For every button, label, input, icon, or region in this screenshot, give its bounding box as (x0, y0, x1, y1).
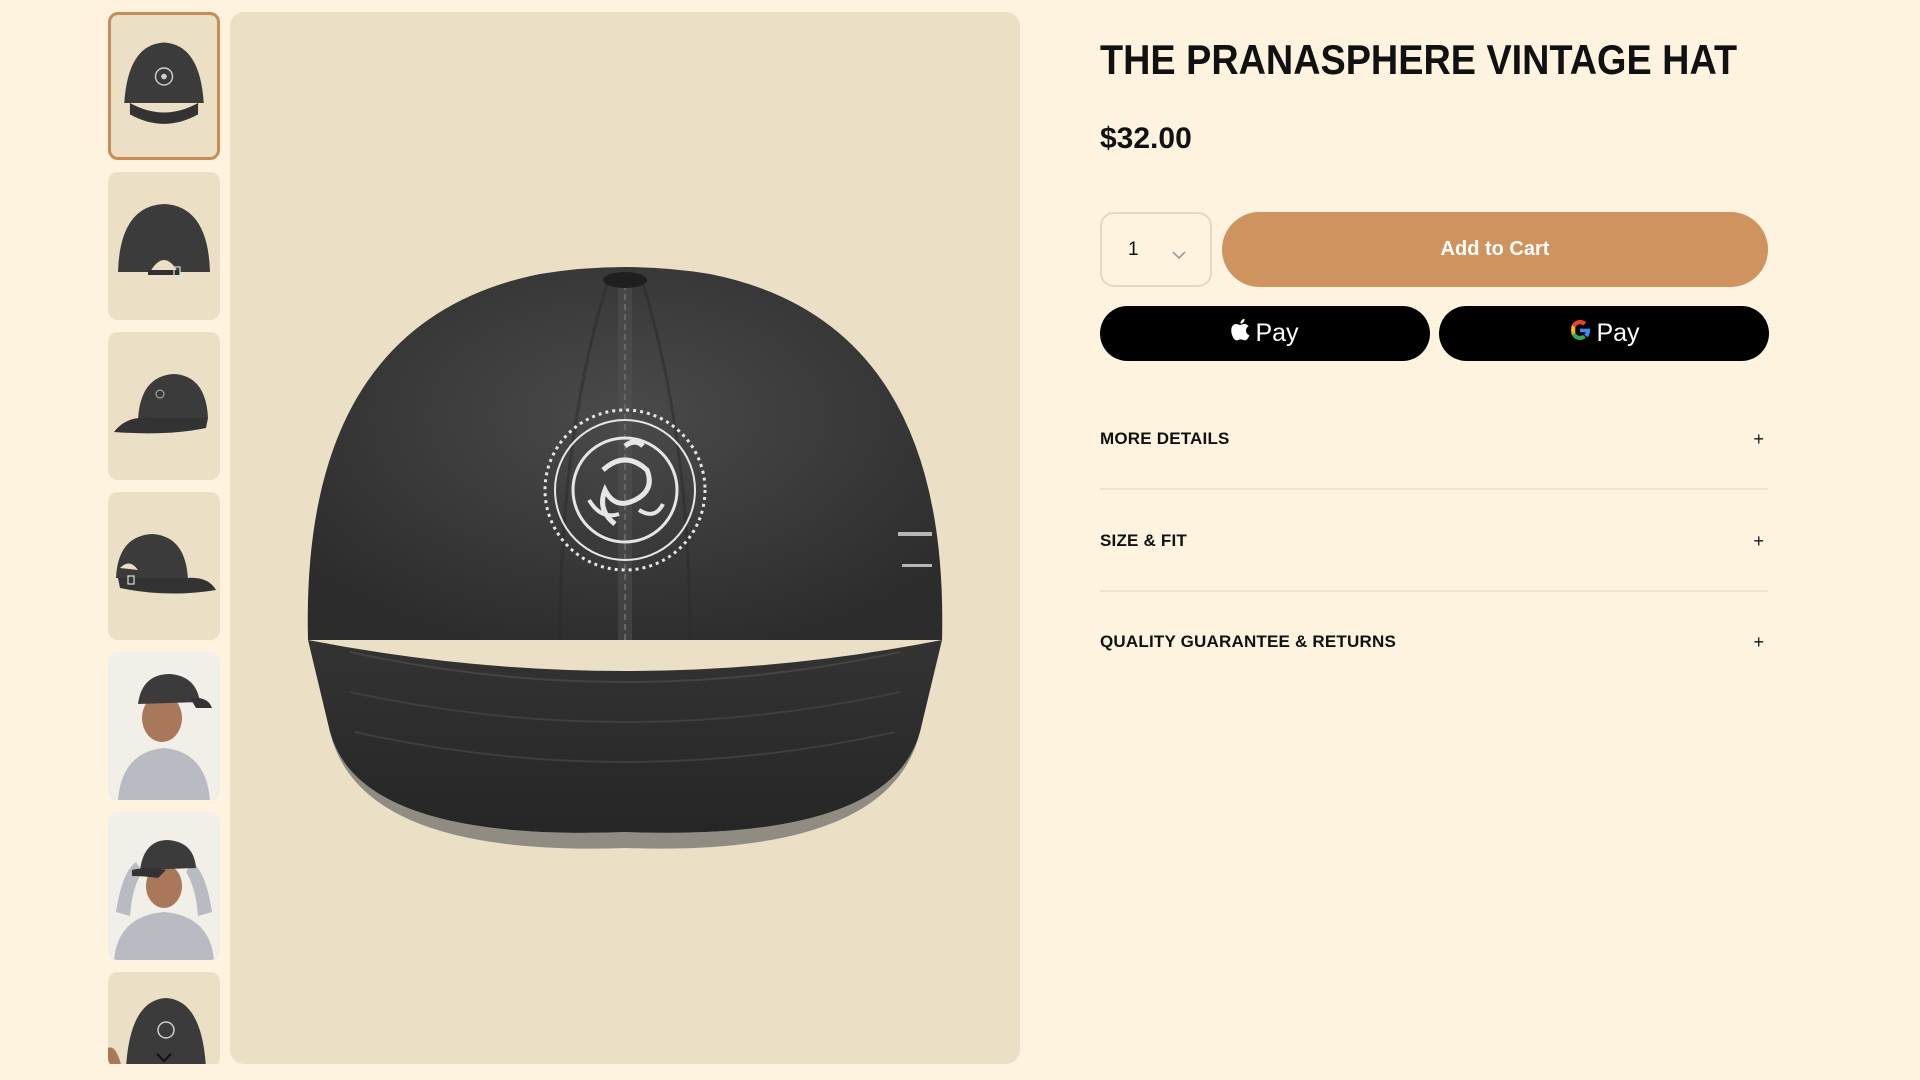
apple-pay-button[interactable]: Pay (1100, 306, 1430, 361)
thumbnail-model-front[interactable] (108, 652, 220, 800)
thumbnail-side-right[interactable] (108, 492, 220, 640)
product-price: $32.00 (1100, 122, 1192, 155)
apple-logo-icon (1231, 318, 1251, 349)
main-product-image (230, 12, 1020, 1064)
accordion-more-details[interactable]: MORE DETAILS + (1100, 390, 1768, 490)
chevron-down-icon (1172, 244, 1186, 266)
thumbnail-scroll-down-icon[interactable] (108, 1048, 220, 1064)
google-pay-button[interactable]: Pay (1439, 306, 1769, 361)
accordion-size-fit[interactable]: SIZE & FIT + (1100, 492, 1768, 592)
accordion-label: QUALITY GUARANTEE & RETURNS (1100, 632, 1396, 651)
accordion-quality-returns[interactable]: QUALITY GUARANTEE & RETURNS + (1100, 592, 1768, 692)
add-to-cart-button[interactable]: Add to Cart (1222, 212, 1768, 287)
apple-pay-label: Pay (1255, 319, 1299, 347)
accordion-label: SIZE & FIT (1100, 531, 1187, 550)
google-pay-label: Pay (1596, 319, 1640, 347)
thumbnail-side-left[interactable] (108, 332, 220, 480)
plus-icon: + (1753, 530, 1764, 551)
thumbnail-gallery (108, 12, 220, 1064)
google-logo-icon (1568, 318, 1592, 349)
product-title: THE PRANASPHERE VINTAGE HAT (1100, 36, 1738, 83)
thumbnail-model-adjusting[interactable] (108, 812, 220, 960)
quantity-value: 1 (1128, 238, 1139, 260)
thumbnail-back[interactable] (108, 172, 220, 320)
thumbnail-front[interactable] (108, 12, 220, 160)
plus-icon: + (1753, 631, 1764, 652)
accordion-label: MORE DETAILS (1100, 429, 1230, 448)
plus-icon: + (1753, 428, 1764, 449)
quantity-select[interactable]: 1 (1100, 212, 1212, 287)
